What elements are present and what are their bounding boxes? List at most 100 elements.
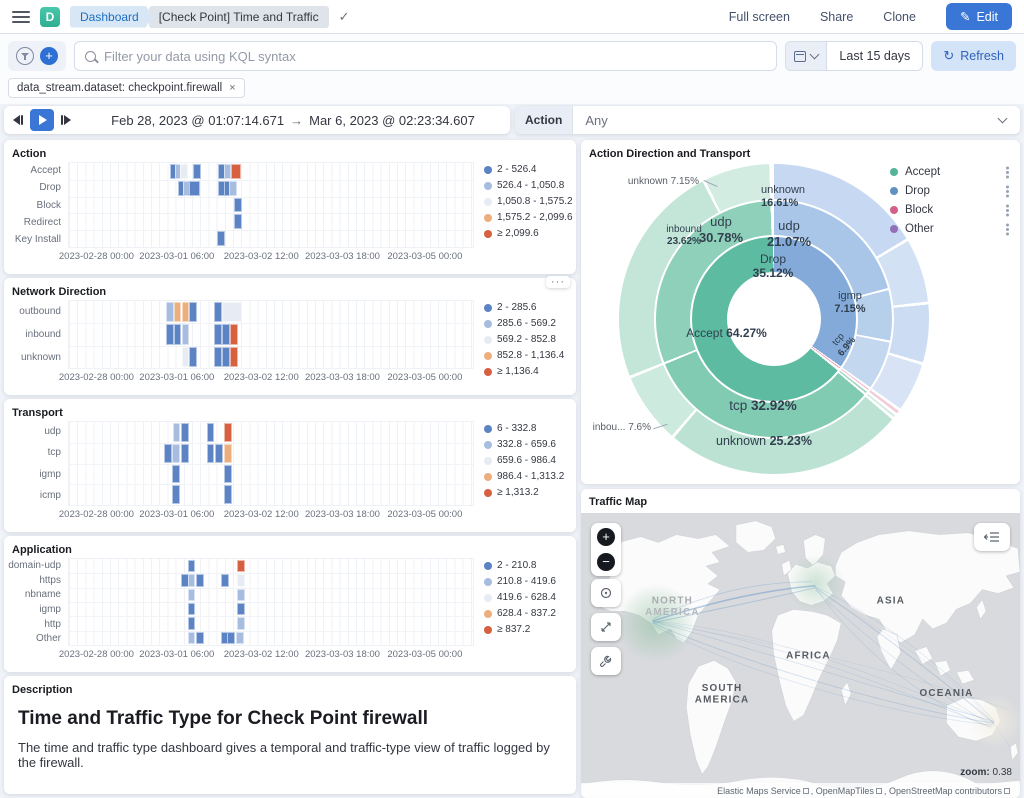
more-options-icon[interactable] — [1006, 190, 1009, 193]
heatmap-cell[interactable] — [181, 423, 189, 442]
set-view-button[interactable] — [591, 579, 621, 607]
heatmap-cell[interactable] — [189, 302, 197, 322]
control-value[interactable]: Any — [573, 113, 999, 128]
legend-item[interactable]: ≥ 837.2 — [484, 624, 568, 635]
more-options-icon[interactable] — [1006, 171, 1009, 174]
pie-legend-item[interactable]: Other — [890, 223, 1012, 235]
legend-item[interactable]: 332.8 - 659.6 — [484, 439, 568, 450]
legend-item[interactable]: 986.4 - 1,313.2 — [484, 471, 568, 482]
zoom-in-button[interactable]: + — [597, 528, 615, 546]
heatmap-cell[interactable] — [230, 347, 238, 367]
heatmap-cell[interactable] — [181, 444, 189, 463]
heatmap-cell[interactable] — [224, 444, 232, 463]
attribution-link[interactable]: OpenMapTiles — [816, 786, 874, 796]
heatmap-cell[interactable] — [180, 164, 188, 179]
more-options-icon[interactable] — [1006, 209, 1009, 212]
heatmap-cell[interactable] — [188, 589, 196, 601]
heatmap-cell[interactable] — [224, 164, 232, 179]
heatmap-cell[interactable] — [172, 465, 180, 484]
heatmap-cell[interactable] — [221, 574, 229, 586]
refresh-button[interactable]: ↻ Refresh — [931, 41, 1016, 71]
heatmap-cell[interactable] — [173, 423, 181, 442]
legend-item[interactable]: 852.8 - 1,136.4 — [484, 350, 568, 361]
heatmap-cell[interactable] — [189, 347, 197, 367]
heatmap-cell[interactable] — [237, 603, 245, 615]
legend-item[interactable]: ≥ 1,313.2 — [484, 487, 568, 498]
more-options-icon[interactable] — [1006, 228, 1009, 231]
kql-search-input[interactable]: Filter your data using KQL syntax — [74, 41, 777, 71]
legend-toggle-button[interactable] — [974, 523, 1010, 551]
heatmap-cell[interactable] — [224, 485, 232, 504]
heatmap-cell[interactable] — [188, 560, 196, 572]
dashboard-app-icon[interactable]: D — [40, 7, 60, 27]
heatmap-cell[interactable] — [172, 444, 180, 463]
heatmap-cell[interactable] — [227, 632, 235, 644]
heatmap-cell[interactable] — [229, 181, 237, 196]
heatmap-cell[interactable] — [214, 302, 222, 322]
play-button[interactable] — [30, 109, 54, 131]
clone-link[interactable]: Clone — [883, 10, 916, 24]
legend-item[interactable]: 526.4 - 1,050.8 — [484, 180, 568, 191]
heatmap-cell[interactable] — [222, 302, 242, 322]
pie-legend-item[interactable]: Block — [890, 204, 1012, 216]
heatmap-cell[interactable] — [222, 347, 230, 367]
heatmap-plot[interactable] — [68, 300, 474, 369]
heatmap-cell[interactable] — [188, 617, 196, 629]
heatmap-cell[interactable] — [174, 302, 182, 322]
legend-item[interactable]: 628.4 - 837.2 — [484, 608, 568, 619]
heatmap-plot[interactable] — [68, 162, 474, 248]
heatmap-cell[interactable] — [196, 632, 204, 644]
legend-item[interactable]: 1,575.2 - 2,099.6 — [484, 212, 568, 223]
previous-time-window-button[interactable] — [6, 109, 30, 131]
legend-item[interactable]: 419.6 - 628.4 — [484, 592, 568, 603]
legend-item[interactable]: ≥ 2,099.6 — [484, 228, 568, 239]
heatmap-cell[interactable] — [234, 214, 242, 229]
heatmap-cell[interactable] — [230, 324, 238, 344]
time-window-range[interactable]: Feb 28, 2023 @ 01:07:14.671→Mar 6, 2023 … — [78, 113, 508, 128]
heatmap-cell[interactable] — [237, 574, 245, 586]
edit-button[interactable]: ✎ Edit — [946, 3, 1012, 30]
heatmap-plot[interactable] — [68, 421, 474, 506]
pie-legend-item[interactable]: Drop — [890, 185, 1012, 197]
remove-filter-icon[interactable]: × — [229, 82, 235, 94]
heatmap-cell[interactable] — [166, 302, 174, 322]
action-control[interactable]: Action Any — [515, 106, 1020, 134]
tools-button[interactable] — [591, 647, 621, 675]
heatmap-cell[interactable] — [237, 589, 245, 601]
legend-item[interactable]: 210.8 - 419.6 — [484, 576, 568, 587]
time-range-value[interactable]: Last 15 days — [827, 49, 922, 63]
heatmap-cell[interactable] — [182, 347, 190, 367]
attribution-link[interactable]: OpenStreetMap contributors — [889, 786, 1002, 796]
heatmap-cell[interactable] — [231, 164, 240, 179]
heatmap-cell[interactable] — [188, 632, 196, 644]
heatmap-cell[interactable] — [193, 164, 201, 179]
heatmap-cell[interactable] — [237, 560, 245, 572]
measure-button[interactable] — [591, 613, 621, 641]
pie-legend-item[interactable]: Accept — [890, 166, 1012, 178]
legend-item[interactable]: 1,050.8 - 1,575.2 — [484, 196, 568, 207]
legend-item[interactable]: 569.2 - 852.8 — [484, 334, 568, 345]
legend-item[interactable]: 2 - 210.8 — [484, 560, 568, 571]
heatmap-cell[interactable] — [182, 324, 190, 344]
heatmap-cell[interactable] — [207, 423, 215, 442]
legend-item[interactable]: 659.6 - 986.4 — [484, 455, 568, 466]
heatmap-cell[interactable] — [166, 324, 174, 344]
legend-item[interactable]: ≥ 1,136.4 — [484, 366, 568, 377]
add-filter-icon[interactable]: + — [40, 47, 58, 65]
heatmap-cell[interactable] — [164, 444, 172, 463]
panel-options-icon[interactable]: ··· — [546, 276, 570, 288]
heatmap-cell[interactable] — [214, 324, 222, 344]
heatmap-cell[interactable] — [234, 198, 242, 213]
heatmap-cell[interactable] — [224, 465, 232, 484]
heatmap-cell[interactable] — [236, 632, 244, 644]
heatmap-cell[interactable] — [224, 423, 232, 442]
date-picker[interactable]: Last 15 days — [785, 41, 923, 71]
heatmap-cell[interactable] — [207, 444, 215, 463]
date-picker-menu[interactable] — [786, 42, 827, 70]
heatmap-cell[interactable] — [188, 574, 196, 586]
heatmap-cell[interactable] — [189, 181, 200, 196]
heatmap-cell[interactable] — [237, 617, 245, 629]
heatmap-cell[interactable] — [222, 324, 230, 344]
map-attribution[interactable]: Elastic Maps Service, OpenMapTiles, Open… — [581, 783, 1020, 798]
menu-icon[interactable] — [12, 11, 30, 23]
